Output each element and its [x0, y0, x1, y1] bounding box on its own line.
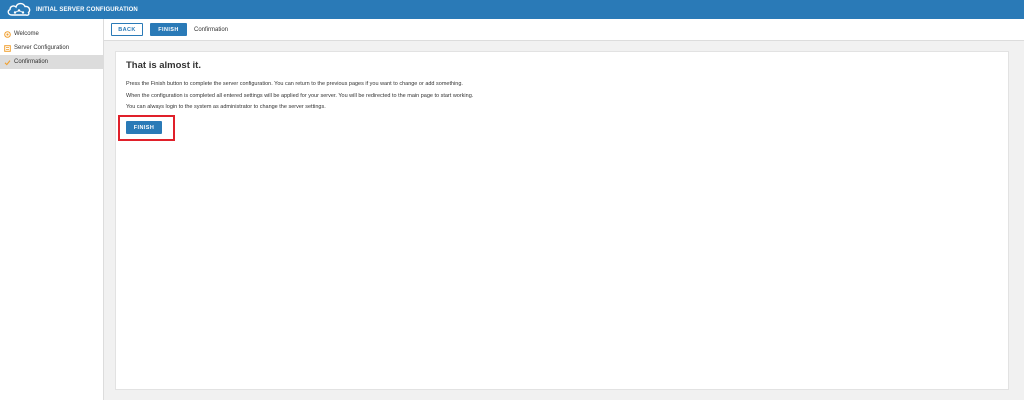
instruction-text: When the configuration is completed all … [126, 93, 474, 99]
sidebar-item-label: Server Configuration [14, 45, 70, 51]
instruction-text: Press the Finish button to complete the … [126, 81, 463, 87]
sidebar-item-server-configuration[interactable]: Server Configuration [0, 41, 103, 55]
breadcrumb: Confirmation [194, 26, 229, 33]
sidebar-item-welcome[interactable]: Welcome [0, 27, 103, 41]
instruction-text: You can always login to the system as ad… [126, 104, 326, 110]
content-panel: That is almost it. Press the Finish butt… [115, 51, 1009, 390]
sidebar-item-label: Welcome [14, 31, 39, 37]
sidebar-item-label: Confirmation [14, 59, 49, 65]
sidebar-item-confirmation[interactable]: Confirmation [0, 55, 103, 69]
app-title: INITIAL SERVER CONFIGURATION [36, 6, 138, 13]
page-title: That is almost it. [126, 60, 201, 71]
list-icon [4, 44, 11, 52]
check-icon [4, 59, 11, 66]
sidebar: Welcome Server Configuration Confirmatio… [0, 19, 104, 400]
back-button[interactable]: BACK [111, 23, 143, 36]
finish-button-toolbar[interactable]: FINISH [150, 23, 187, 36]
circle-icon [4, 30, 11, 38]
finish-button[interactable]: FINISH [126, 121, 162, 134]
toolbar: BACK FINISH Confirmation [104, 19, 1024, 41]
title-bar: INITIAL SERVER CONFIGURATION [0, 0, 1024, 19]
cloud-icon [4, 0, 34, 19]
